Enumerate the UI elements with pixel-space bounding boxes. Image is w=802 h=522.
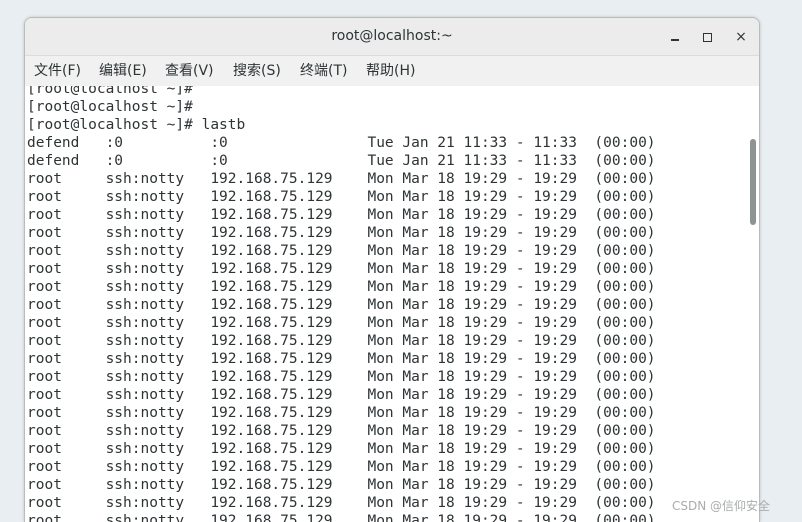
terminal-line: root ssh:notty 192.168.75.129 Mon Mar 18…	[27, 243, 656, 259]
minimize-icon	[671, 39, 679, 41]
menu-view[interactable]: 查看(V)	[165, 56, 214, 86]
terminal-line: root ssh:notty 192.168.75.129 Mon Mar 18…	[27, 189, 656, 205]
terminal-line: root ssh:notty 192.168.75.129 Mon Mar 18…	[27, 171, 656, 187]
terminal-line: root ssh:notty 192.168.75.129 Mon Mar 18…	[27, 387, 656, 403]
terminal-output[interactable]: [root@localhost ~]# [root@localhost ~]# [r…	[25, 86, 747, 522]
terminal-line: root ssh:notty 192.168.75.129 Mon Mar 18…	[27, 495, 656, 511]
terminal-line: root ssh:notty 192.168.75.129 Mon Mar 18…	[27, 333, 656, 349]
title-bar[interactable]: root@localhost:~ ×	[25, 18, 759, 56]
maximize-icon	[702, 32, 712, 42]
terminal-line: root ssh:notty 192.168.75.129 Mon Mar 18…	[27, 315, 656, 331]
terminal-line: root ssh:notty 192.168.75.129 Mon Mar 18…	[27, 225, 656, 241]
menu-search[interactable]: 搜索(S)	[233, 56, 281, 86]
watermark: CSDN @信仰安全	[672, 499, 771, 513]
terminal-line: root ssh:notty 192.168.75.129 Mon Mar 18…	[27, 441, 656, 457]
window-title: root@localhost:~	[331, 28, 453, 44]
terminal-line: root ssh:notty 192.168.75.129 Mon Mar 18…	[27, 297, 656, 313]
menu-file[interactable]: 文件(F)	[34, 56, 81, 86]
menu-help[interactable]: 帮助(H)	[366, 56, 415, 86]
minimize-button[interactable]	[662, 24, 688, 50]
scrollbar[interactable]	[747, 86, 759, 522]
terminal-line: [root@localhost ~]#	[27, 99, 193, 115]
close-button[interactable]: ×	[728, 24, 754, 50]
terminal-line: root ssh:notty 192.168.75.129 Mon Mar 18…	[27, 477, 656, 493]
terminal-line: root ssh:notty 192.168.75.129 Mon Mar 18…	[27, 207, 656, 223]
terminal-line: [root@localhost ~]#	[27, 86, 193, 97]
terminal-line: [root@localhost ~]# lastb	[27, 117, 246, 133]
scrollbar-thumb[interactable]	[750, 139, 756, 225]
menu-edit[interactable]: 编辑(E)	[99, 56, 147, 86]
terminal-line: root ssh:notty 192.168.75.129 Mon Mar 18…	[27, 459, 656, 475]
terminal-lines: [root@localhost ~]# [root@localhost ~]# [r…	[27, 86, 656, 522]
terminal-window: root@localhost:~ × 文件(F) 编辑(E) 查看(V) 搜索(…	[24, 17, 760, 522]
terminal-line: root ssh:notty 192.168.75.129 Mon Mar 18…	[27, 405, 656, 421]
menu-terminal[interactable]: 终端(T)	[300, 56, 347, 86]
menu-bar: 文件(F) 编辑(E) 查看(V) 搜索(S) 终端(T) 帮助(H)	[25, 56, 759, 87]
terminal-line: root ssh:notty 192.168.75.129 Mon Mar 18…	[27, 369, 656, 385]
close-icon: ×	[735, 29, 747, 45]
terminal-line: root ssh:notty 192.168.75.129 Mon Mar 18…	[27, 423, 656, 439]
terminal-line: defend :0 :0 Tue Jan 21 11:33 - 11:33 (0…	[27, 135, 656, 151]
maximize-button[interactable]	[694, 24, 720, 50]
terminal-line: defend :0 :0 Tue Jan 21 11:33 - 11:33 (0…	[27, 153, 656, 169]
terminal-line: root ssh:notty 192.168.75.129 Mon Mar 18…	[27, 279, 656, 295]
terminal-line: root ssh:notty 192.168.75.129 Mon Mar 18…	[27, 261, 656, 277]
terminal-line: root ssh:notty 192.168.75.129 Mon Mar 18…	[27, 351, 656, 367]
